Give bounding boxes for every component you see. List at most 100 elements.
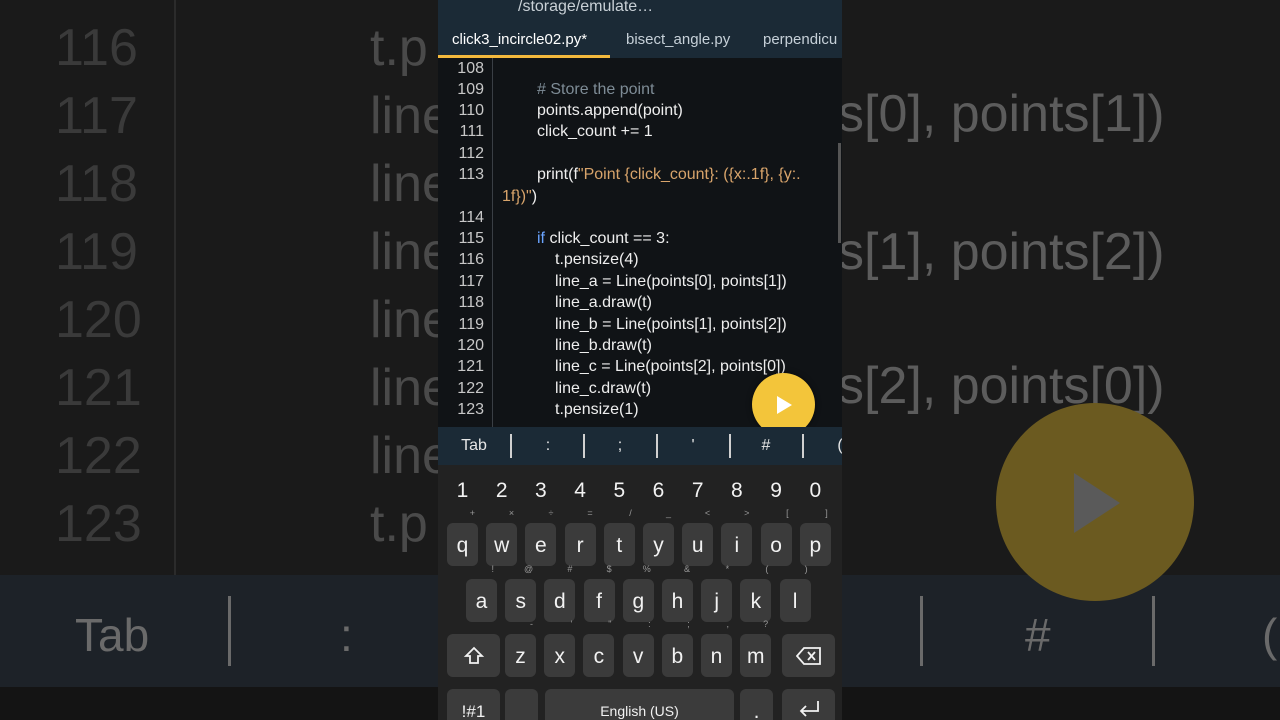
letter-key-m[interactable]: m? [740,620,772,677]
number-key-1[interactable]: 1 [447,473,478,509]
comma-key[interactable] [505,689,538,720]
symbols-key[interactable]: !#1 [447,689,500,720]
letter-key-label: p [809,534,822,557]
code-line-111[interactable]: click_count += 1 [537,123,653,141]
letter-key-z[interactable]: z- [505,620,536,677]
letter-key-j[interactable]: j * [701,565,733,622]
file-path: /storage/emulate… [518,0,654,15]
shift-key[interactable] [447,634,500,677]
line-number: 121 [457,358,484,375]
letter-key-label: q [456,534,469,557]
symbol-key-paren[interactable]: ( [830,437,842,455]
letter-key-r[interactable]: r = [564,509,596,566]
letter-key-w[interactable]: w × [486,509,518,566]
period-key[interactable]: . [740,689,773,720]
number-key-5[interactable]: 5 [604,473,635,509]
code-line-113[interactable]: print(f"Point {click_count}: ({x:.1f}, {… [537,166,801,184]
symbol-key-colon[interactable]: : [520,437,576,455]
letter-key-k[interactable]: k( [740,565,772,622]
letter-key-label: d [554,590,566,613]
secondary-symbol: * [725,564,730,574]
code-line-109[interactable]: # Store the point [537,81,654,99]
tab-click3-incircle02[interactable]: click3_incircle02.py* [452,31,587,48]
space-key[interactable]: English (US) [545,689,734,720]
tab-perpendicular[interactable]: perpendicu [763,31,837,48]
code-line-116[interactable]: t.pensize(4) [555,251,639,269]
symbol-key-semicolon[interactable]: ; [592,437,648,455]
letter-key-q[interactable]: q + [447,509,478,566]
code-line-117[interactable]: line_a = Line(points[0], points[1]) [555,273,787,291]
code-string-wrap: 1f})" [502,188,532,205]
backspace-key[interactable] [782,634,835,677]
number-key-7[interactable]: 7 [682,473,713,509]
line-number: 118 [458,294,484,311]
background-play-icon [996,403,1194,601]
backspace-icon [796,647,821,665]
symbol-key-hash[interactable]: # [738,437,794,455]
background-line-number: 116 [55,19,138,77]
number-key-2[interactable]: 2 [486,473,517,509]
line-number: 112 [458,145,484,162]
symbol-key-quote[interactable]: ' [665,437,721,455]
secondary-symbol: $ [606,564,612,574]
line-number: 117 [458,273,484,290]
letter-key-label: h [671,590,684,613]
letter-key-label: y [653,534,664,557]
background-code-fragment: s[0], points[1]) [838,85,1165,143]
letter-key-p[interactable]: p] [799,509,831,566]
code-line-123[interactable]: t.pensize(1) [555,401,639,419]
letter-key-label: c [593,645,605,668]
background-separator [920,596,923,666]
enter-key[interactable] [782,689,835,720]
code-line-115[interactable]: if click_count == 3: [537,230,670,248]
enter-icon [799,701,819,717]
shift-icon [463,646,485,664]
letter-key-y[interactable]: y _ [643,509,674,566]
letter-key-g[interactable]: g% [622,565,654,622]
letter-key-label: f [596,590,603,613]
code-line-122[interactable]: line_c.draw(t) [555,380,651,398]
code-string: "Point {click_count}: ({x:.1f}, {y:. [577,166,801,183]
tab-bisect-angle[interactable]: bisect_angle.py [626,31,730,48]
letter-key-f[interactable]: f $ [583,565,615,622]
letter-key-label: j [714,590,720,613]
code-line-113-wrap[interactable]: 1f})") [502,188,537,206]
background-separator [1152,596,1155,666]
letter-key-t[interactable]: t / [603,509,635,566]
code-line-119[interactable]: line_b = Line(points[1], points[2]) [555,316,787,334]
number-key-3[interactable]: 3 [525,473,556,509]
background-tab-label: Tab [75,609,150,661]
letter-key-s[interactable]: s @ [505,565,537,622]
letter-key-e[interactable]: e ÷ [525,509,557,566]
letter-key-u[interactable]: u < [682,509,714,566]
letter-key-d[interactable]: d # [544,565,576,622]
number-key-0[interactable]: 0 [800,473,831,509]
letter-key-h[interactable]: h & [662,565,693,622]
number-key-9[interactable]: 9 [761,473,792,509]
letter-key-n[interactable]: n, [701,620,732,677]
letter-key-b[interactable]: b; [661,620,693,677]
letter-key-l[interactable]: l) [779,565,811,622]
number-key-6[interactable]: 6 [643,473,674,509]
letter-key-v[interactable]: v: [622,620,654,677]
symbol-key-tab[interactable]: Tab [446,437,502,455]
secondary-symbol: < [704,508,711,518]
code-line-121[interactable]: line_c = Line(points[2], points[0]) [555,358,786,376]
code-line-120[interactable]: line_b.draw(t) [555,337,652,355]
letter-key-i[interactable]: i > [721,509,753,566]
number-key-8[interactable]: 8 [721,473,752,509]
code-editor[interactable]: 108 109 110 111 112 113 114 115 116 117 118 119 120 1… [438,58,842,427]
letter-key-c[interactable]: c " [583,620,615,677]
code-line-118[interactable]: line_a.draw(t) [555,294,652,312]
editor-scrollbar[interactable] [838,143,841,243]
secondary-symbol: - [530,619,533,629]
background-line-number: 118 [55,155,138,213]
gutter-divider [492,58,493,427]
letter-key-a[interactable]: a! [466,565,497,622]
code-line-110[interactable]: points.append(point) [537,102,683,120]
letter-key-o[interactable]: o[ [760,509,792,566]
letter-key-x[interactable]: x ' [544,620,576,677]
number-key-4[interactable]: 4 [565,473,596,509]
secondary-symbol: [ [786,508,789,518]
letter-key-label: u [691,534,704,557]
